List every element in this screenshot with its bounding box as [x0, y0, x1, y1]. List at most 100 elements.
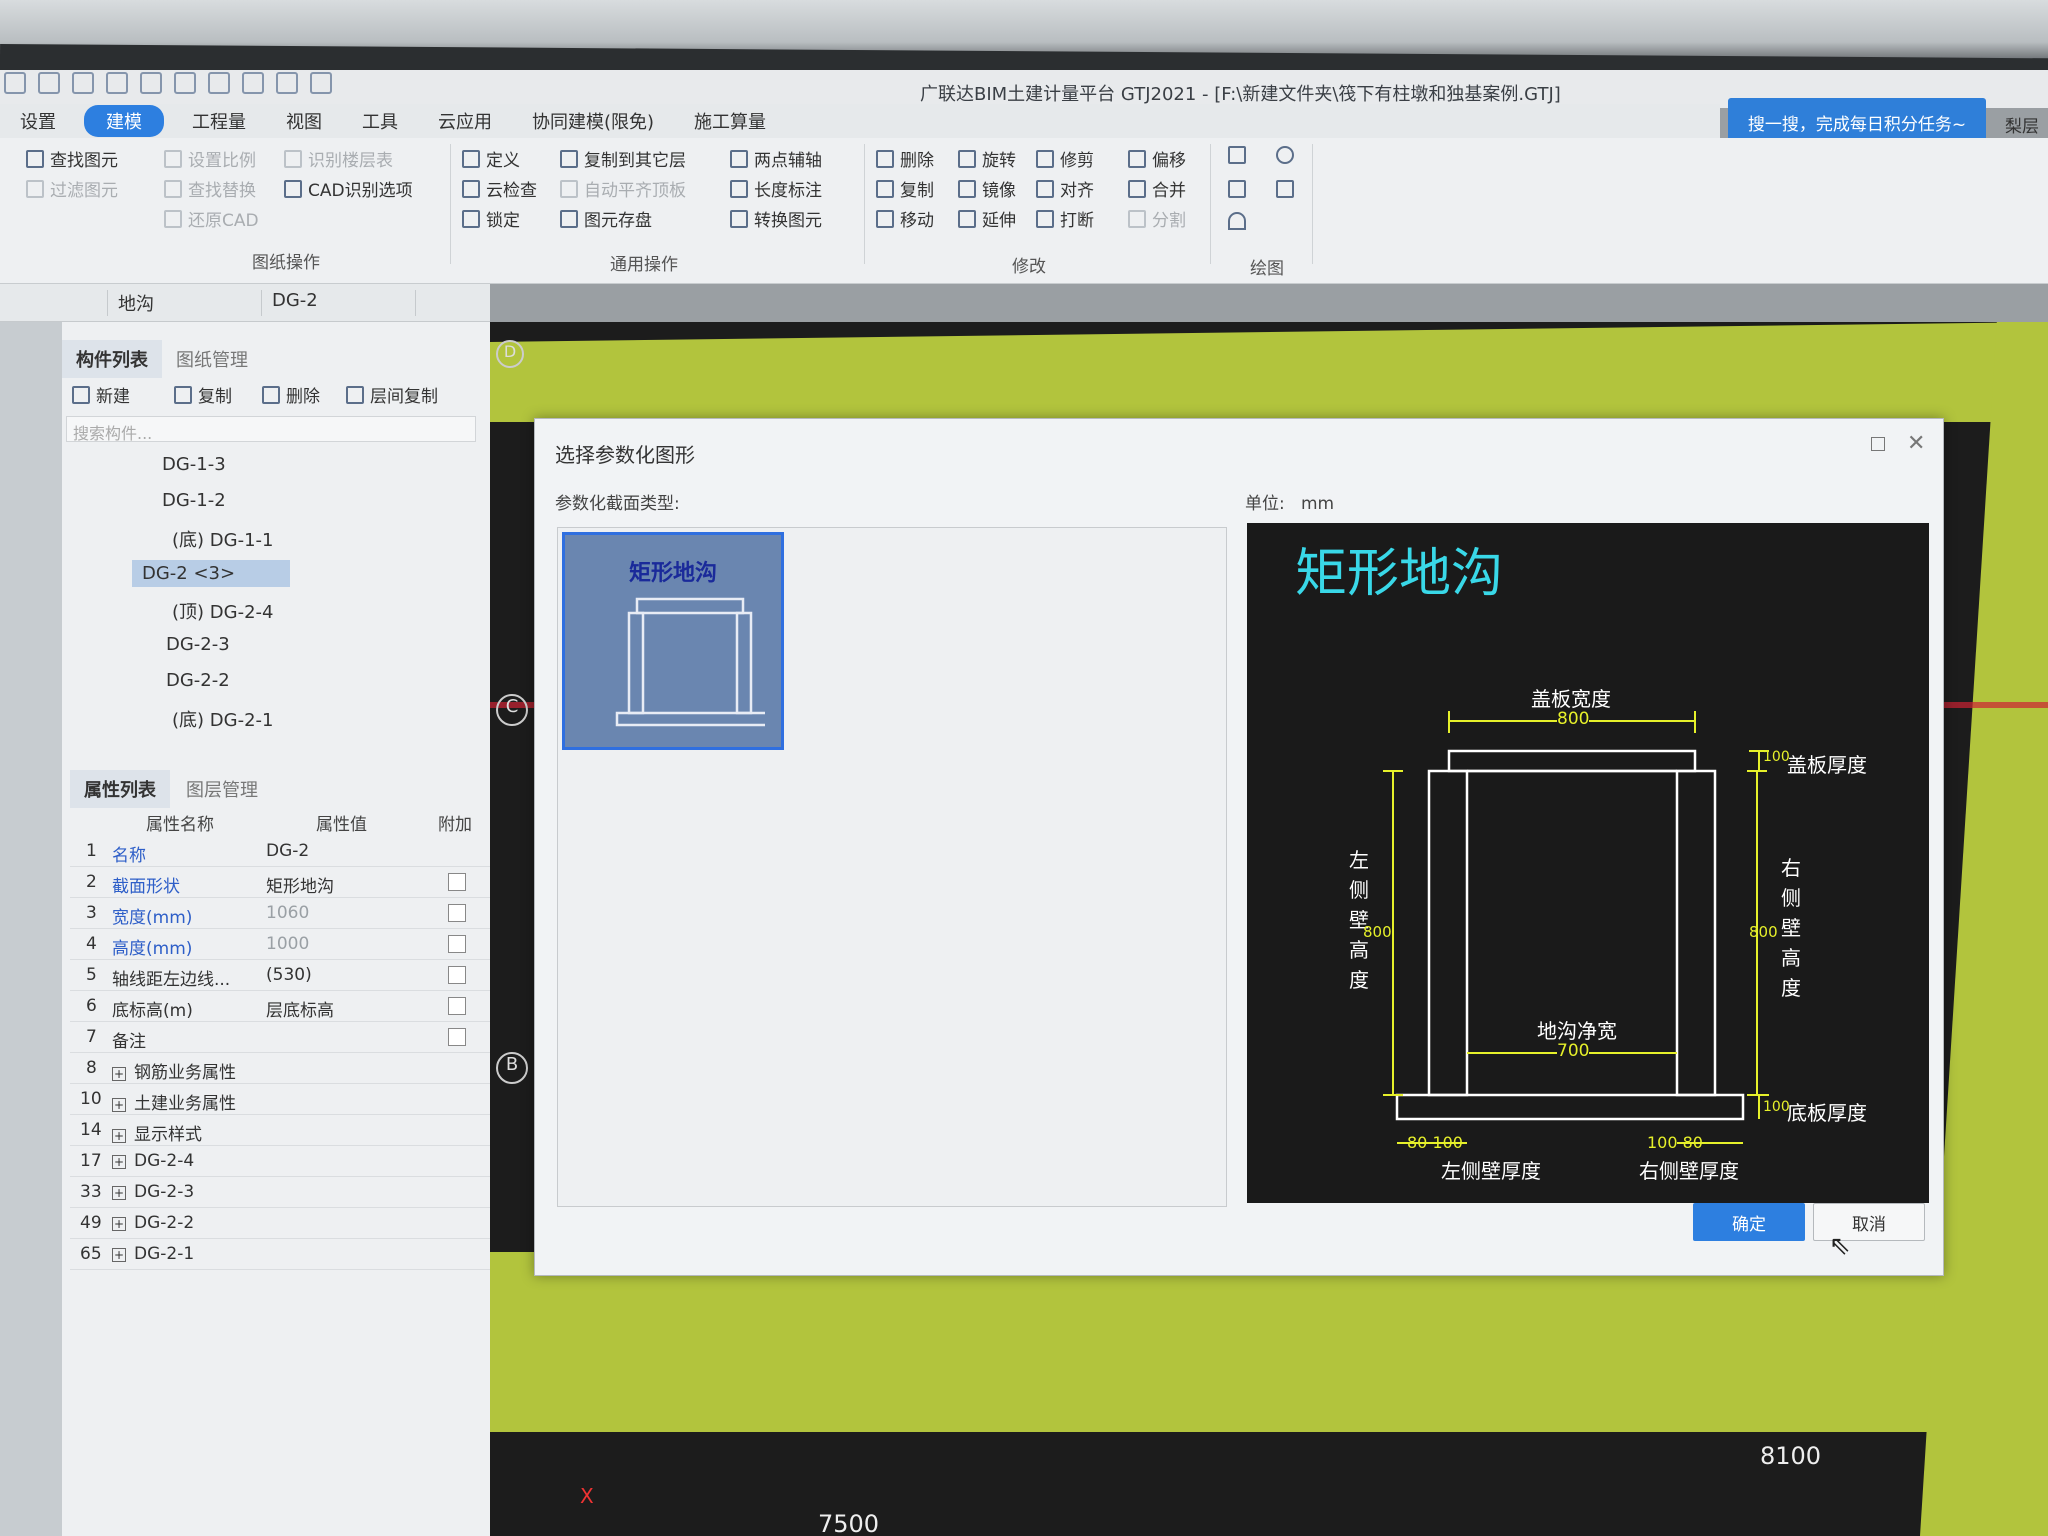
length-dimension-button[interactable]: 长度标注: [730, 176, 822, 201]
expand-icon[interactable]: +: [112, 1155, 126, 1169]
filter-element-button[interactable]: 过滤图元: [26, 176, 118, 201]
cloud-check-button[interactable]: 云检查: [462, 176, 537, 201]
mirror-button[interactable]: 镜像: [958, 176, 1016, 201]
auto-align-slab-button[interactable]: 自动平齐顶板: [560, 176, 686, 201]
tree-item[interactable]: (底) DG-1-1: [172, 526, 273, 552]
two-point-axis-button[interactable]: 两点辅轴: [730, 146, 822, 171]
expand-icon[interactable]: +: [112, 1248, 126, 1262]
refresh-icon[interactable]: [310, 72, 332, 94]
property-row[interactable]: 1 名称 DG-2: [70, 836, 490, 867]
tree-item[interactable]: (顶) DG-2-4: [172, 598, 273, 624]
break-button[interactable]: 打断: [1036, 206, 1094, 231]
expand-icon[interactable]: +: [112, 1217, 126, 1231]
menu-quantity[interactable]: 工程量: [172, 108, 266, 134]
close-icon[interactable]: ✕: [1907, 431, 1925, 456]
menu-construction[interactable]: 施工算量: [674, 108, 786, 134]
extra-checkbox[interactable]: [448, 873, 466, 891]
undo-icon[interactable]: [38, 72, 60, 94]
menu-settings[interactable]: 设置: [0, 108, 76, 134]
property-group-row[interactable]: 65 + DG-2-1: [70, 1239, 490, 1270]
group-draw[interactable]: 绘图: [1250, 254, 1284, 279]
tree-item[interactable]: DG-1-3: [162, 454, 226, 475]
expand-icon[interactable]: +: [112, 1067, 126, 1081]
tab-layer-management[interactable]: 图层管理: [172, 770, 272, 808]
cad-options-button[interactable]: CAD识别选项: [284, 176, 413, 201]
delete-button[interactable]: 删除: [876, 146, 934, 171]
group-general-ops[interactable]: 通用操作: [610, 250, 678, 275]
property-row[interactable]: 6 底标高(m) 层底标高: [70, 991, 490, 1022]
list-icon[interactable]: [276, 72, 298, 94]
extra-checkbox[interactable]: [448, 997, 466, 1015]
tab-property-list[interactable]: 属性列表: [70, 770, 170, 808]
merge-button[interactable]: 合并: [1128, 176, 1186, 201]
rotate-button[interactable]: 旋转: [958, 146, 1016, 171]
define-button[interactable]: 定义: [462, 146, 520, 171]
property-group-row[interactable]: 8 + 钢筋业务属性: [70, 1053, 490, 1084]
move-button[interactable]: 移动: [876, 206, 934, 231]
split-button[interactable]: 分割: [1128, 206, 1186, 231]
tree-item[interactable]: DG-2-2: [166, 670, 230, 691]
identify-floor-table-button[interactable]: 识别楼层表: [284, 146, 393, 171]
property-group-row[interactable]: 10 + 土建业务属性: [70, 1084, 490, 1115]
tab-component-list[interactable]: 构件列表: [62, 340, 162, 378]
arc-draw-button[interactable]: [1228, 212, 1246, 230]
find-element-button[interactable]: 查找图元: [26, 146, 118, 171]
find-replace-button[interactable]: 查找替换: [164, 176, 256, 201]
property-group-row[interactable]: 17 + DG-2-4: [70, 1146, 490, 1177]
property-row[interactable]: 3 宽度(mm) 1060: [70, 898, 490, 929]
menu-collab[interactable]: 协同建模(限免): [512, 108, 674, 134]
copy-component-button[interactable]: 复制: [174, 382, 232, 407]
tab-drawing-management[interactable]: 图纸管理: [162, 340, 262, 378]
expand-icon[interactable]: +: [112, 1098, 126, 1112]
group-modify[interactable]: 修改: [1012, 252, 1046, 277]
expand-icon[interactable]: +: [112, 1129, 126, 1143]
restore-cad-button[interactable]: 还原CAD: [164, 206, 259, 231]
extra-checkbox[interactable]: [448, 904, 466, 922]
ok-button[interactable]: 确定: [1693, 1203, 1805, 1241]
pen-icon[interactable]: [242, 72, 264, 94]
layer-icon[interactable]: [140, 72, 162, 94]
menu-modeling[interactable]: 建模: [84, 105, 164, 137]
extend-button[interactable]: 延伸: [958, 206, 1016, 231]
property-group-row[interactable]: 14 + 显示样式: [70, 1115, 490, 1146]
grid-icon[interactable]: [106, 72, 128, 94]
component-search-input[interactable]: 搜索构件...: [66, 416, 476, 443]
convert-element-button[interactable]: 转换图元: [730, 206, 822, 231]
copy-to-layer-button[interactable]: 复制到其它层: [560, 146, 686, 171]
copy-button[interactable]: 复制: [876, 176, 934, 201]
property-row[interactable]: 5 轴线距左边线... (530): [70, 960, 490, 991]
property-row[interactable]: 7 备注: [70, 1022, 490, 1053]
menu-view[interactable]: 视图: [266, 108, 342, 134]
layout-icon[interactable]: [208, 72, 230, 94]
offset-button[interactable]: 偏移: [1128, 146, 1186, 171]
tree-item[interactable]: DG-1-2: [162, 490, 226, 511]
extra-checkbox[interactable]: [448, 966, 466, 984]
property-group-row[interactable]: 49 + DG-2-2: [70, 1208, 490, 1239]
circle-draw-button[interactable]: [1276, 146, 1294, 164]
align-button[interactable]: 对齐: [1036, 176, 1094, 201]
maximize-icon[interactable]: [1871, 437, 1885, 451]
new-component-button[interactable]: 新建: [72, 382, 130, 407]
menu-tools[interactable]: 工具: [342, 108, 418, 134]
point-draw-button[interactable]: [1228, 146, 1246, 164]
redo-icon[interactable]: [72, 72, 94, 94]
tree-item-selected[interactable]: DG-2 <3>: [132, 560, 290, 587]
delete-component-button[interactable]: 删除: [262, 382, 320, 407]
element-save-button[interactable]: 图元存盘: [560, 206, 652, 231]
extra-checkbox[interactable]: [448, 1028, 466, 1046]
shape-thumbnail-rect-trench[interactable]: 矩形地沟: [562, 532, 784, 750]
line-draw-button[interactable]: [1228, 180, 1246, 198]
component-type-dropdown[interactable]: 地沟: [112, 290, 262, 316]
copy-between-floors-button[interactable]: 层间复制: [346, 382, 438, 407]
set-scale-button[interactable]: 设置比例: [164, 146, 256, 171]
property-row[interactable]: 2 截面形状 矩形地沟: [70, 867, 490, 898]
rect-draw-button[interactable]: [1276, 180, 1294, 198]
save-icon[interactable]: [4, 72, 26, 94]
expand-icon[interactable]: +: [112, 1186, 126, 1200]
property-group-row[interactable]: 33 + DG-2-3: [70, 1177, 490, 1208]
floor-dropdown[interactable]: [0, 290, 108, 316]
group-drawing-ops[interactable]: 图纸操作: [252, 248, 320, 273]
tree-item[interactable]: DG-2-3: [166, 634, 230, 655]
trim-button[interactable]: 修剪: [1036, 146, 1094, 171]
property-row[interactable]: 4 高度(mm) 1000: [70, 929, 490, 960]
